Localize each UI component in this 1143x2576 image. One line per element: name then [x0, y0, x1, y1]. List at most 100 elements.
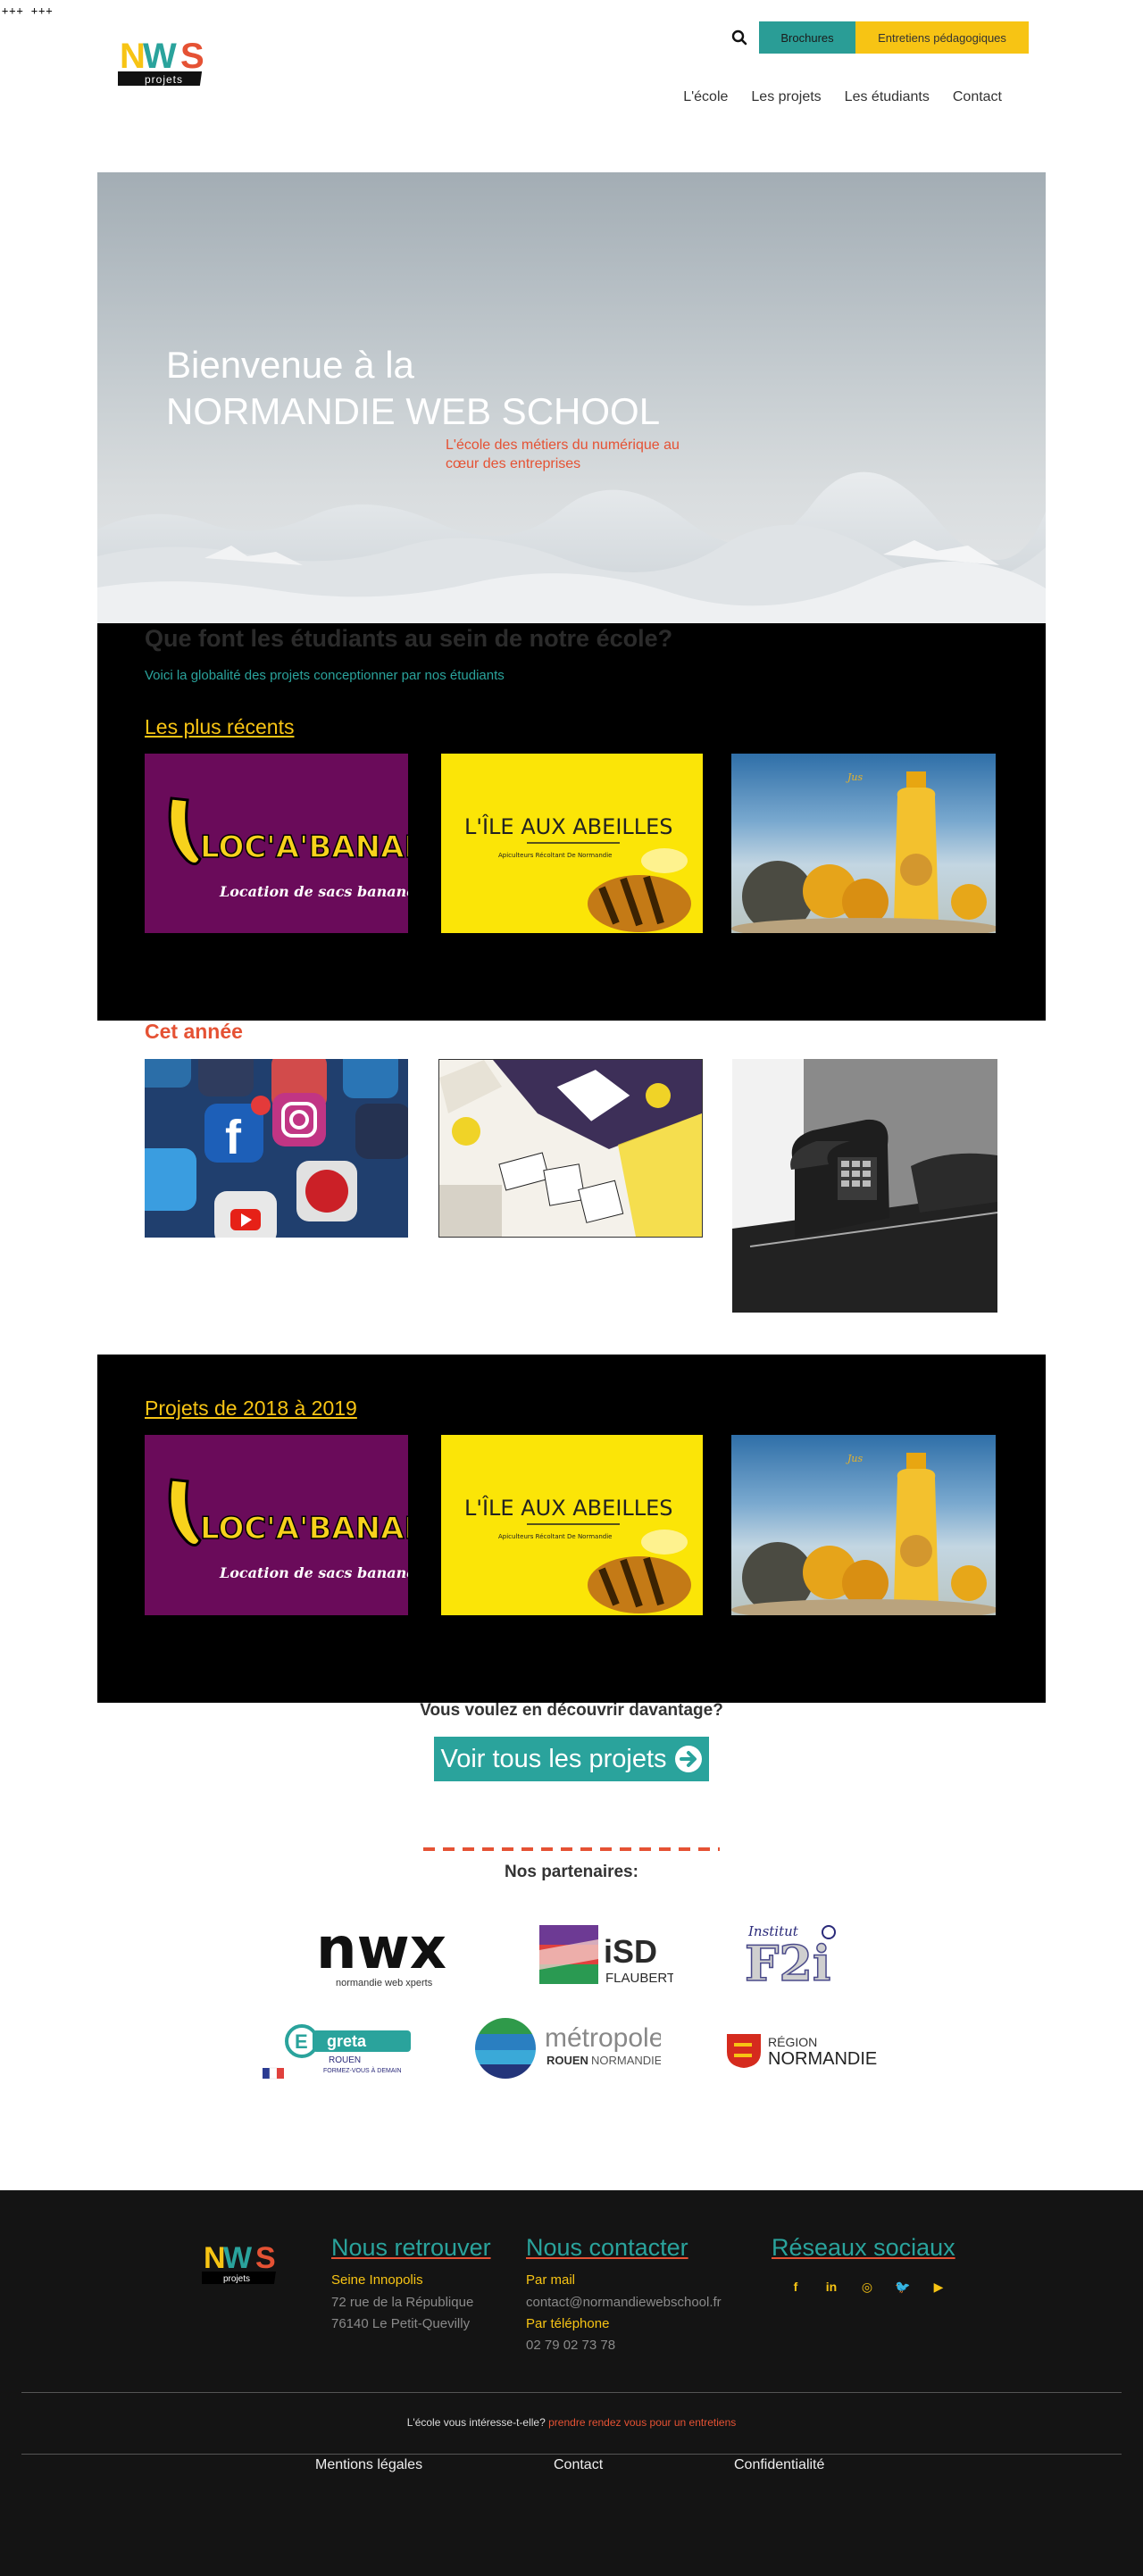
hero-subtitle-line2: cœur des entreprises: [446, 456, 581, 471]
project-card-illustration[interactable]: [438, 1059, 703, 1238]
footer-social-title: Réseaux sociaux: [772, 2234, 955, 2261]
nav-ecole[interactable]: L'école: [683, 89, 728, 105]
svg-text:normandie web xperts: normandie web xperts: [336, 1978, 433, 1988]
hero-title: Bienvenue à la NORMANDIE WEB SCHOOL: [166, 342, 660, 435]
partner-logo-nwx[interactable]: nwx normandie web xperts: [316, 1916, 477, 1991]
footer-link-mentions[interactable]: Mentions légales: [315, 2457, 422, 2473]
card-subtitle: Apiculteurs Récoltant De Normandie: [498, 852, 612, 859]
svg-text:NORMANDIE: NORMANDIE: [768, 2049, 877, 2069]
svg-text:ROUEN: ROUEN: [329, 2055, 361, 2065]
svg-text:RÉGION: RÉGION: [768, 2035, 817, 2049]
footer-phone-link[interactable]: 02 79 02 73 78: [526, 2338, 615, 2353]
project-card-social-media[interactable]: f: [145, 1059, 408, 1238]
footer-phone-label: Par téléphone: [526, 2316, 610, 2331]
footer-mail-label: Par mail: [526, 2272, 576, 2288]
main-nav: L'école Les projets Les étudiants Contac…: [683, 89, 1002, 105]
discover-title: Vous voulez en découvrir davantage?: [420, 1701, 723, 1720]
entretiens-button[interactable]: Entretiens pédagogiques: [855, 21, 1029, 54]
footer-place: Seine Innopolis: [331, 2272, 423, 2288]
intro-subtitle: Voici la globalité des projets conceptio…: [145, 668, 505, 683]
svg-text:ROUEN: ROUEN: [546, 2054, 588, 2067]
svg-text:projets: projets: [223, 2274, 250, 2284]
partner-logo-region-normandie[interactable]: RÉGION NORMANDIE: [725, 2027, 886, 2070]
svg-text:métropole: métropole: [545, 2023, 661, 2053]
recents-heading[interactable]: Les plus récents: [145, 715, 294, 739]
project-card-ile-aux-abeilles[interactable]: L'ÎLE AUX ABEILLES Apiculteurs Récoltant…: [441, 1435, 703, 1615]
project-card-locabanane[interactable]: LOC'A'BANANE Location de sacs banane: [145, 1435, 408, 1615]
hero-subtitle-line1: L'école des métiers du numérique au: [446, 438, 680, 453]
social-icons: f in ◎ 🐦 ▶: [787, 2278, 947, 2296]
svg-text:E: E: [295, 2030, 308, 2053]
hero-title-line2: NORMANDIE WEB SCHOOL: [166, 390, 661, 432]
svg-text:N: N: [204, 2241, 226, 2275]
banana-icon: [168, 796, 202, 865]
partner-logo-f2i[interactable]: Institut F2i: [744, 1923, 845, 1993]
card-subtitle: Apiculteurs Récoltant De Normandie: [498, 1533, 612, 1540]
youtube-icon[interactable]: ▶: [930, 2278, 947, 2296]
svg-text:S: S: [255, 2241, 276, 2275]
svg-text:FLAUBERT: FLAUBERT: [605, 1971, 673, 1986]
partner-logo-isd-flaubert[interactable]: iSD FLAUBERT: [539, 1923, 675, 1988]
logo-letter-w: W: [143, 37, 177, 76]
card-title: LOC'A'BANANE: [200, 829, 408, 865]
linkedin-icon[interactable]: in: [822, 2278, 840, 2296]
facebook-icon[interactable]: f: [787, 2278, 805, 2296]
partners-title: Nos partenaires:: [505, 1863, 638, 1881]
hero-title-line1: Bienvenue à la: [166, 344, 414, 386]
partner-logo-greta[interactable]: E greta ROUEN FORMEZ-VOUS À DEMAIN: [252, 2018, 413, 2082]
footer-cta-text: L'école vous intéresse-t-elle?: [406, 2416, 546, 2429]
instagram-icon[interactable]: ◎: [858, 2278, 876, 2296]
logo-sub: projets: [145, 73, 183, 86]
card-title: L'ÎLE AUX ABEILLES: [464, 813, 673, 839]
svg-text:F2i: F2i: [745, 1935, 830, 1991]
search-button[interactable]: [729, 27, 750, 48]
footer-address-line2: 76140 Le Petit-Quevilly: [331, 2316, 471, 2331]
top-marks: +++ +++: [2, 4, 54, 17]
twitter-icon[interactable]: 🐦: [894, 2278, 912, 2296]
hero-banner: Bienvenue à la NORMANDIE WEB SCHOOL L'éc…: [97, 172, 1046, 623]
project-card-locabanane[interactable]: LOC'A'BANANE Location de sacs banane: [145, 754, 408, 933]
logo-letter-n: N: [120, 37, 146, 76]
brochures-button[interactable]: Brochures: [759, 21, 855, 54]
instagram-tile-icon: [272, 1093, 326, 1146]
projets-2018-heading[interactable]: Projets de 2018 à 2019: [145, 1396, 357, 1421]
arrow-circle-right-icon: [674, 1746, 702, 1772]
svg-text:greta: greta: [327, 2032, 367, 2050]
nav-projets[interactable]: Les projets: [751, 89, 821, 105]
search-icon: [731, 29, 747, 46]
footer-divider-top: [21, 2392, 1122, 2393]
twitter-tile-icon: [145, 1148, 196, 1211]
footer-link-contact[interactable]: Contact: [554, 2457, 603, 2473]
project-card-ile-aux-abeilles[interactable]: L'ÎLE AUX ABEILLES Apiculteurs Récoltant…: [441, 754, 703, 933]
footer-cta: L'école vous intéresse-t-elle? prendre r…: [0, 2416, 1143, 2429]
footer-link-confidentialite[interactable]: Confidentialité: [734, 2457, 824, 2473]
svg-text:Jus: Jus: [846, 1453, 863, 1464]
footer-address-line1: 72 rue de la République: [331, 2295, 474, 2310]
annee-heading: Cet année: [145, 1020, 243, 1043]
banana-icon: [168, 1478, 202, 1546]
footer-mail-link[interactable]: contact@normandiewebschool.fr: [526, 2295, 722, 2310]
voir-tous-les-projets-button[interactable]: Voir tous les projets: [434, 1737, 709, 1781]
nav-contact[interactable]: Contact: [953, 89, 1002, 105]
voir-button-label: Voir tous les projets: [440, 1744, 667, 1773]
project-card-juice[interactable]: Jus: [731, 1435, 996, 1615]
footer-cta-link[interactable]: prendre rendez vous pour un entretiens: [548, 2416, 736, 2429]
svg-text:W: W: [223, 2241, 253, 2275]
svg-text:FORMEZ-VOUS À DEMAIN: FORMEZ-VOUS À DEMAIN: [323, 2066, 402, 2074]
site-logo[interactable]: N W S projets: [113, 34, 218, 95]
card-subtitle: Location de sacs banane: [219, 1564, 408, 1581]
logo-letter-s: S: [180, 37, 204, 76]
footer-contacter-title: Nous contacter: [526, 2234, 688, 2261]
footer-divider-bottom: [21, 2454, 1122, 2455]
intro-title: Que font les étudiants au sein de notre …: [145, 625, 673, 652]
footer-retrouver-title: Nous retrouver: [331, 2234, 491, 2261]
svg-text:iSD: iSD: [604, 1933, 657, 1970]
partner-logo-metropole[interactable]: métropole ROUEN NORMANDIE: [473, 2014, 663, 2082]
footer-logo[interactable]: N W S projets: [198, 2239, 291, 2293]
nav-etudiants[interactable]: Les étudiants: [845, 89, 930, 105]
card-title: L'ÎLE AUX ABEILLES: [464, 1495, 673, 1521]
svg-text:Jus: Jus: [846, 771, 863, 783]
project-card-juice[interactable]: Jus: [731, 754, 996, 933]
svg-text:nwx: nwx: [316, 1922, 446, 1982]
project-card-telephone[interactable]: [732, 1059, 997, 1313]
